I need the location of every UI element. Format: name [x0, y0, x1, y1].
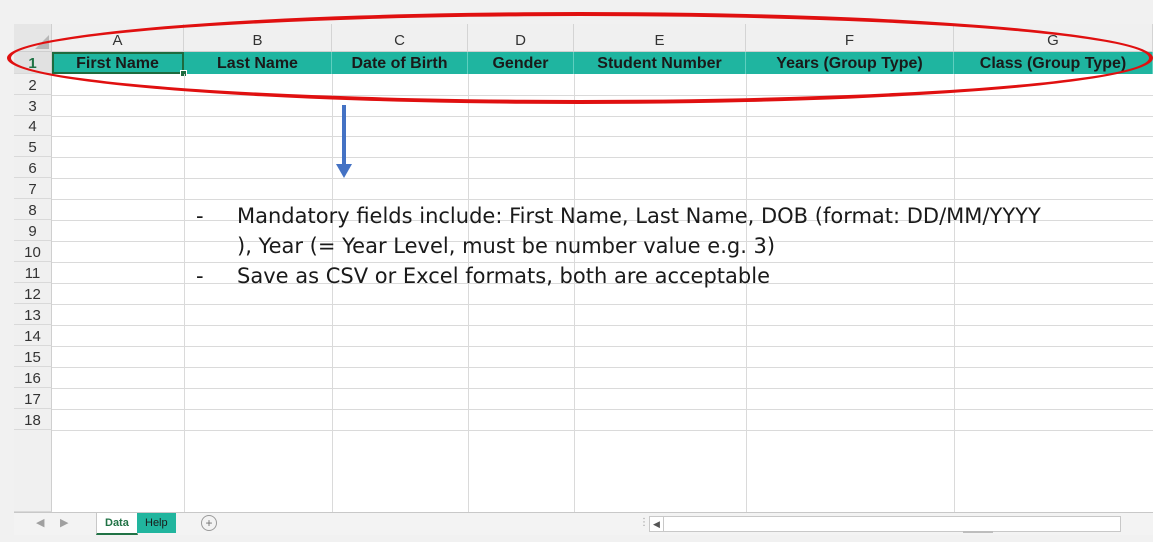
gridline	[184, 74, 185, 512]
column-header-c[interactable]: C	[332, 24, 468, 52]
row-header-8[interactable]: 8	[14, 199, 52, 220]
column-header-a[interactable]: A	[52, 24, 184, 52]
row-header-9[interactable]: 9	[14, 220, 52, 241]
gridline	[52, 409, 1153, 410]
down-arrow-icon	[336, 164, 352, 178]
note-item-save-format: - Save as CSV or Excel formats, both are…	[196, 261, 1056, 291]
gridline	[52, 178, 1153, 179]
chevron-left-icon[interactable]: ◀	[36, 516, 44, 529]
gridline	[52, 346, 1153, 347]
instruction-note: - Mandatory fields include: First Name, …	[196, 201, 1056, 291]
row-header-11[interactable]: 11	[14, 262, 52, 283]
gridline	[954, 74, 955, 512]
column-header-d[interactable]: D	[468, 24, 574, 52]
gridline	[52, 325, 1153, 326]
scrollbar-thumb[interactable]	[963, 531, 993, 533]
gridline	[52, 95, 1153, 96]
gridline	[52, 136, 1153, 137]
triangle-left-icon[interactable]: ◀	[650, 517, 664, 531]
gridline	[468, 74, 469, 512]
row-header-2[interactable]: 2	[14, 74, 52, 95]
gridline	[746, 74, 747, 512]
gridline	[52, 430, 1153, 431]
row-header-18[interactable]: 18	[14, 409, 52, 430]
cell-d1-gender[interactable]: Gender	[468, 52, 574, 74]
note-item-text: Mandatory fields include: First Name, La…	[237, 204, 1041, 258]
row-header-6[interactable]: 6	[14, 157, 52, 178]
row-header-14[interactable]: 14	[14, 325, 52, 346]
cell-c1-date-of-birth[interactable]: Date of Birth	[332, 52, 468, 74]
column-header-f[interactable]: F	[746, 24, 954, 52]
down-arrow-shaft	[342, 105, 346, 165]
gridline	[52, 116, 1153, 117]
select-all-corner[interactable]	[14, 24, 52, 52]
row-header-13[interactable]: 13	[14, 304, 52, 325]
row-header-7[interactable]: 7	[14, 178, 52, 199]
bullet-dash: -	[196, 204, 204, 228]
column-header-bar: A B C D E F G	[14, 24, 1153, 52]
row-header-17[interactable]: 17	[14, 388, 52, 409]
row-header-3[interactable]: 3	[14, 95, 52, 116]
plus-circle-icon[interactable]: +	[201, 515, 217, 531]
gridline	[332, 74, 333, 512]
sheet-tab-bar: ◀ ▶ Data Help + ⋮ ◀	[14, 512, 1153, 535]
cell-f1-years-group-type[interactable]: Years (Group Type)	[746, 52, 954, 74]
tab-help[interactable]: Help	[137, 513, 176, 533]
gridline	[574, 74, 575, 512]
cell-a1-first-name[interactable]: First Name	[52, 52, 184, 74]
note-item-text: Save as CSV or Excel formats, both are a…	[237, 264, 770, 288]
gridline	[52, 199, 1153, 200]
cell-g1-class-group-type[interactable]: Class (Group Type)	[954, 52, 1153, 74]
column-header-g[interactable]: G	[954, 24, 1153, 52]
gridline	[52, 367, 1153, 368]
column-header-e[interactable]: E	[574, 24, 746, 52]
horizontal-scrollbar[interactable]: ◀	[649, 516, 1121, 532]
gridline	[52, 388, 1153, 389]
row-header-16[interactable]: 16	[14, 367, 52, 388]
row-header-4[interactable]: 4	[14, 116, 52, 136]
row-header-12[interactable]: 12	[14, 283, 52, 304]
column-header-b[interactable]: B	[184, 24, 332, 52]
row-header-10[interactable]: 10	[14, 241, 52, 262]
bullet-dash: -	[196, 264, 204, 288]
gridline	[52, 304, 1153, 305]
note-item-mandatory-fields: - Mandatory fields include: First Name, …	[196, 201, 1056, 261]
row-header-1[interactable]: 1	[14, 52, 52, 74]
cell-e1-student-number[interactable]: Student Number	[574, 52, 746, 74]
splitter-handle[interactable]: ⋮	[639, 517, 649, 528]
tab-data[interactable]: Data	[96, 513, 138, 535]
row-header-5[interactable]: 5	[14, 136, 52, 157]
row-header-filler	[14, 430, 52, 512]
chevron-right-icon[interactable]: ▶	[60, 516, 68, 529]
row-header-15[interactable]: 15	[14, 346, 52, 367]
cell-b1-last-name[interactable]: Last Name	[184, 52, 332, 74]
gridline	[52, 157, 1153, 158]
